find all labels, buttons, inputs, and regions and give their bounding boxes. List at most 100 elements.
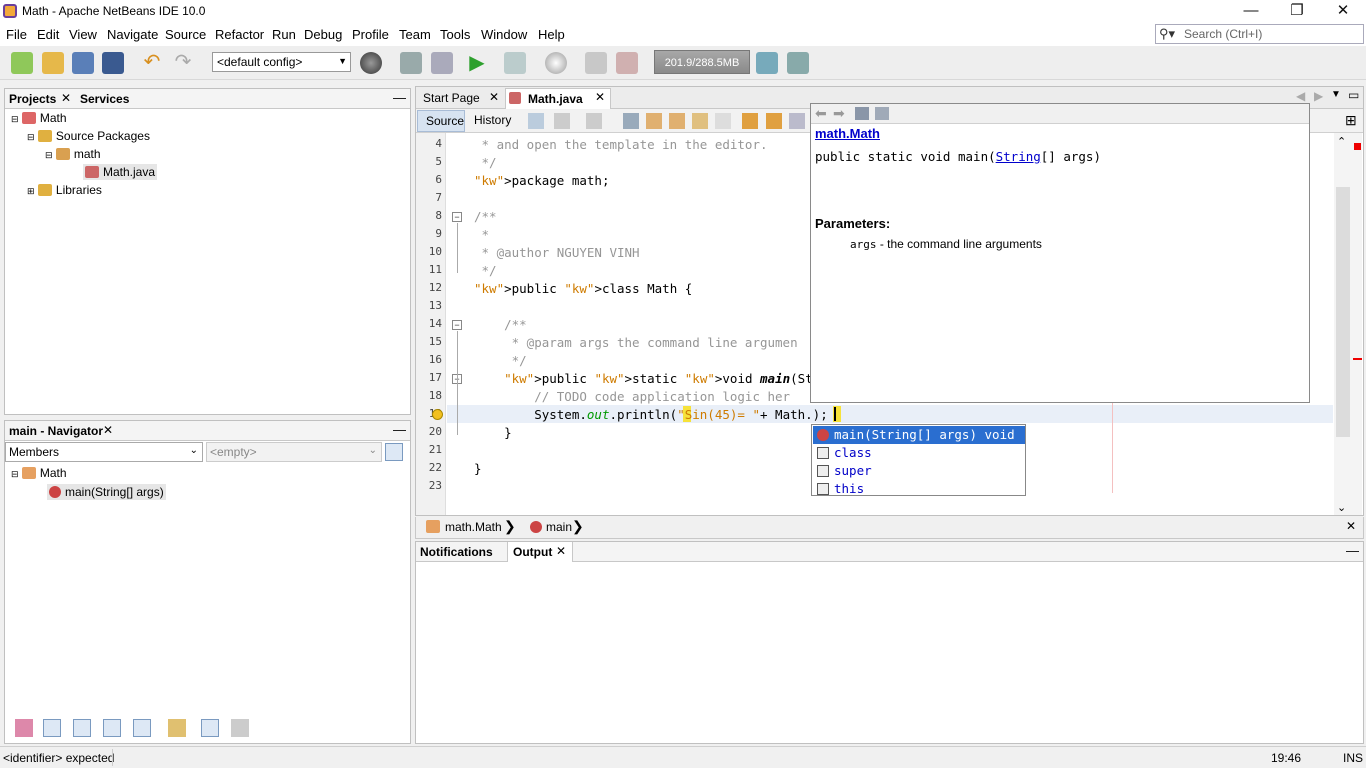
scroll-up-icon[interactable]: ⌃	[1337, 135, 1346, 148]
filter-select[interactable]: <empty> ⌄	[206, 442, 382, 462]
menu-help[interactable]: Help	[538, 27, 565, 42]
profile-icon[interactable]	[545, 52, 567, 74]
tab-navigator[interactable]: main - Navigator	[9, 424, 103, 438]
nav-item-class[interactable]: ⊟ Math	[11, 466, 67, 480]
new-project-icon[interactable]	[42, 52, 64, 74]
find-prev-icon[interactable]	[646, 113, 662, 129]
breadcrumb-method[interactable]: main	[546, 520, 572, 534]
completion-item-class[interactable]: class	[813, 444, 1025, 462]
scroll-right-icon[interactable]: ▶	[1314, 89, 1323, 103]
tree-item-source-packages[interactable]: ⊟ Source Packages	[27, 129, 150, 143]
scrollbar-thumb[interactable]	[1336, 187, 1350, 437]
save-all-icon[interactable]	[102, 52, 124, 74]
back-icon[interactable]: ⬅	[815, 105, 827, 122]
last-edit-icon[interactable]	[528, 113, 544, 129]
menu-team[interactable]: Team	[399, 27, 431, 42]
split-editor-icon[interactable]: ⊞	[1345, 112, 1357, 129]
completion-item-this[interactable]: this	[813, 480, 1025, 498]
menu-navigate[interactable]: Navigate	[107, 27, 158, 42]
redo-icon[interactable]: ↷	[172, 52, 194, 74]
scroll-left-icon[interactable]: ◀	[1296, 89, 1305, 103]
completion-item-main[interactable]: main(String[] args) void	[813, 426, 1025, 444]
insert-mode[interactable]: INS	[1343, 751, 1363, 765]
toggle-highlight-icon[interactable]	[692, 113, 708, 129]
minimize-panel-icon[interactable]: —	[393, 422, 406, 437]
error-hint-icon[interactable]	[432, 409, 443, 420]
tab-services[interactable]: Services	[80, 92, 129, 106]
error-stripe-icon[interactable]	[1354, 143, 1361, 150]
prev-bookmark-icon[interactable]	[742, 113, 758, 129]
fields-icon[interactable]	[43, 719, 61, 737]
close-tab-icon[interactable]: ✕	[103, 423, 113, 437]
find-icon[interactable]	[623, 113, 639, 129]
menu-source[interactable]: Source	[165, 27, 206, 42]
menu-profile[interactable]: Profile	[352, 27, 389, 42]
maximize-icon[interactable]: ❐	[1274, 0, 1320, 24]
minimize-panel-icon[interactable]: —	[1346, 543, 1359, 558]
tab-list-icon[interactable]: ▼	[1331, 89, 1341, 100]
maximize-panel-icon[interactable]: ▭	[1348, 88, 1359, 102]
goto-source-icon[interactable]	[875, 107, 889, 120]
scroll-down-icon[interactable]: ⌄	[1337, 501, 1346, 514]
static-icon[interactable]	[73, 719, 91, 737]
menu-edit[interactable]: Edit	[37, 27, 59, 42]
menu-run[interactable]: Run	[272, 27, 296, 42]
stop-icon[interactable]	[616, 52, 638, 74]
tab-projects[interactable]: Projects	[9, 92, 56, 106]
tree-item-file[interactable]: Math.java	[83, 164, 158, 180]
minimize-icon[interactable]: —	[1228, 0, 1274, 24]
navigator-options-icon[interactable]	[385, 443, 403, 461]
menu-window[interactable]: Window	[481, 27, 527, 42]
menu-debug[interactable]: Debug	[304, 27, 342, 42]
toggle-rect-icon[interactable]	[715, 113, 731, 129]
open-project-icon[interactable]	[72, 52, 94, 74]
find-next-icon[interactable]	[669, 113, 685, 129]
search-input[interactable]: ⚲▾ Search (Ctrl+I)	[1155, 24, 1364, 44]
close-tab-icon[interactable]: ✕	[489, 90, 499, 104]
fqn-icon[interactable]	[168, 719, 186, 737]
back-icon[interactable]	[554, 113, 570, 129]
globe-icon[interactable]	[360, 52, 382, 74]
menu-file[interactable]: File	[6, 27, 27, 42]
error-mark[interactable]	[1353, 358, 1362, 360]
tab-notifications[interactable]: Notifications	[420, 545, 493, 559]
nav-item-method[interactable]: main(String[] args)	[47, 484, 166, 500]
close-tab-icon[interactable]: ✕	[556, 544, 566, 558]
sort-source-icon[interactable]	[231, 719, 249, 737]
clean-build-icon[interactable]	[431, 52, 453, 74]
build-icon[interactable]	[400, 52, 422, 74]
toggle-bookmark-icon[interactable]	[789, 113, 805, 129]
string-type-link[interactable]: String	[996, 149, 1041, 164]
menu-refactor[interactable]: Refactor	[215, 27, 264, 42]
menu-tools[interactable]: Tools	[440, 27, 470, 42]
close-tab-icon[interactable]: ✕	[61, 91, 71, 105]
undo-icon[interactable]: ↶	[141, 52, 163, 74]
inherited-icon[interactable]	[15, 719, 33, 737]
fold-toggle-icon[interactable]: −	[452, 212, 462, 222]
attach-debugger-icon[interactable]	[585, 52, 607, 74]
non-public-icon[interactable]	[103, 719, 121, 737]
next-bookmark-icon[interactable]	[766, 113, 782, 129]
forward-icon[interactable]	[586, 113, 602, 129]
inner-class-icon[interactable]	[133, 719, 151, 737]
tab-output[interactable]: Output	[513, 545, 552, 559]
fold-toggle-icon[interactable]: −	[452, 320, 462, 330]
source-button[interactable]: Source	[417, 110, 465, 132]
history-button[interactable]: History	[472, 110, 520, 132]
open-browser-icon[interactable]	[855, 107, 869, 120]
profiler-icon[interactable]	[787, 52, 809, 74]
gc-icon[interactable]	[756, 52, 778, 74]
vertical-scrollbar[interactable]: ⌃ ⌄	[1334, 133, 1362, 515]
close-icon[interactable]: ✕	[1320, 0, 1366, 24]
forward-icon[interactable]: ➡	[833, 105, 845, 122]
close-breadcrumb-icon[interactable]: ✕	[1346, 519, 1356, 533]
sort-name-icon[interactable]	[201, 719, 219, 737]
javadoc-class-link[interactable]: math.Math	[815, 126, 880, 141]
config-select[interactable]: <default config> ▼	[212, 52, 351, 72]
breadcrumb-class[interactable]: math.Math	[445, 520, 502, 534]
menu-view[interactable]: View	[69, 27, 97, 42]
members-select[interactable]: Members ⌄	[5, 442, 203, 462]
completion-item-super[interactable]: super	[813, 462, 1025, 480]
tree-item-project[interactable]: ⊟ Math	[11, 111, 67, 125]
debug-icon[interactable]	[504, 52, 526, 74]
